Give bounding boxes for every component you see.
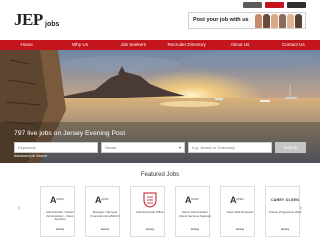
featured-job-card[interactable]: CAREY OLSEN Trainee Programme 2022 Jerse… xyxy=(265,186,302,237)
chevron-down-icon: ▾ xyxy=(178,145,181,150)
featured-job-card[interactable]: A APEX Manager / AD level Financial Crime… xyxy=(85,186,120,237)
main-nav: Home Why Us Job Seekers Recruiter Direct… xyxy=(0,40,320,50)
person-image xyxy=(255,14,262,28)
crest-logo xyxy=(131,191,169,209)
job-location: Jersey xyxy=(235,228,245,231)
svg-text:APEX: APEX xyxy=(101,197,109,201)
site-logo-sub[interactable]: jobs xyxy=(45,21,59,28)
job-location: Jersey xyxy=(55,228,65,231)
nav-home[interactable]: Home xyxy=(0,40,53,50)
sector-select-label: Sector xyxy=(105,145,117,150)
nav-contact-us[interactable]: Contact Us xyxy=(267,40,320,50)
svg-text:APEX: APEX xyxy=(236,197,244,201)
job-search-form: Keywords Sector ▾ e.g. Jersey or Guernse… xyxy=(14,142,306,153)
nav-why-us[interactable]: Why Us xyxy=(53,40,106,50)
apex-logo: A APEX xyxy=(41,191,79,209)
apex-logo: A APEX xyxy=(86,191,124,209)
job-location: Jersey xyxy=(100,228,110,231)
nav-about-us[interactable]: About Us xyxy=(213,40,266,50)
person-image xyxy=(279,14,286,28)
svg-text:APEX: APEX xyxy=(191,197,199,201)
apex-logo: A APEX xyxy=(176,191,214,209)
hero-section: 797 live jobs on Jersey Evening Post Key… xyxy=(0,50,320,163)
carousel-prev-icon[interactable]: ‹ xyxy=(18,203,21,212)
featured-job-card[interactable]: A APEX Client Risk Reviewer Jersey xyxy=(220,186,255,237)
person-image xyxy=(295,14,302,28)
job-location: Jersey xyxy=(280,228,290,231)
job-title: Trainee Programme 2022 xyxy=(268,210,302,214)
person-image xyxy=(271,14,278,28)
featured-jobs-heading: Featured Jobs xyxy=(140,172,180,178)
post-job-text: Post your job with us xyxy=(193,17,249,23)
live-jobs-count: 797 live jobs on Jersey Evening Post xyxy=(14,130,126,137)
site-header: JEP jobs Post your job with us xyxy=(0,0,320,40)
nav-job-seekers[interactable]: Job Seekers xyxy=(107,40,160,50)
featured-jobs-carousel: A APEX Administrator / Senior Administrat… xyxy=(40,186,302,237)
utility-button-1[interactable] xyxy=(243,2,262,8)
utility-buttons xyxy=(243,2,306,8)
apex-logo: A APEX xyxy=(221,191,259,209)
svg-text:APEX: APEX xyxy=(56,197,64,201)
search-button[interactable]: Search xyxy=(275,142,306,153)
nav-recruiter-directory[interactable]: Recruiter Directory xyxy=(160,40,213,50)
featured-job-card[interactable]: A APEX Senior Administrator (Client Servi… xyxy=(175,186,212,237)
utility-button-2[interactable] xyxy=(265,2,284,8)
carey-olsen-logo: CAREY OLSEN xyxy=(266,191,304,209)
job-title: Senior Administrator (Client Services Su… xyxy=(178,210,212,218)
job-title: Manager / AD level Financial Crime/MLCO xyxy=(90,210,120,218)
banner-people-image xyxy=(255,14,302,28)
post-job-banner[interactable]: Post your job with us xyxy=(188,12,306,29)
site-logo[interactable]: JEP xyxy=(14,10,43,30)
carey-olsen-wordmark: CAREY OLSEN xyxy=(270,198,300,202)
utility-button-3[interactable] xyxy=(287,2,306,8)
keywords-input[interactable]: Keywords xyxy=(14,142,98,153)
featured-job-card[interactable]: A APEX Administrator / Senior Administrat… xyxy=(40,186,75,237)
location-input[interactable]: e.g. Jersey or Guernsey xyxy=(188,142,272,153)
job-title: Administrator / Senior Administrator - C… xyxy=(46,210,74,221)
job-title: Chief Financial Officer xyxy=(135,210,165,214)
job-location: Jersey xyxy=(190,228,200,231)
person-image xyxy=(263,14,270,28)
job-location: Jersey xyxy=(145,228,155,231)
featured-job-card[interactable]: Chief Financial Officer Jersey xyxy=(130,186,165,237)
job-title: Client Risk Reviewer xyxy=(226,210,254,214)
person-image xyxy=(287,14,294,28)
advanced-search-link[interactable]: Advanced job Search xyxy=(14,154,47,158)
sector-select[interactable]: Sector ▾ xyxy=(101,142,185,153)
